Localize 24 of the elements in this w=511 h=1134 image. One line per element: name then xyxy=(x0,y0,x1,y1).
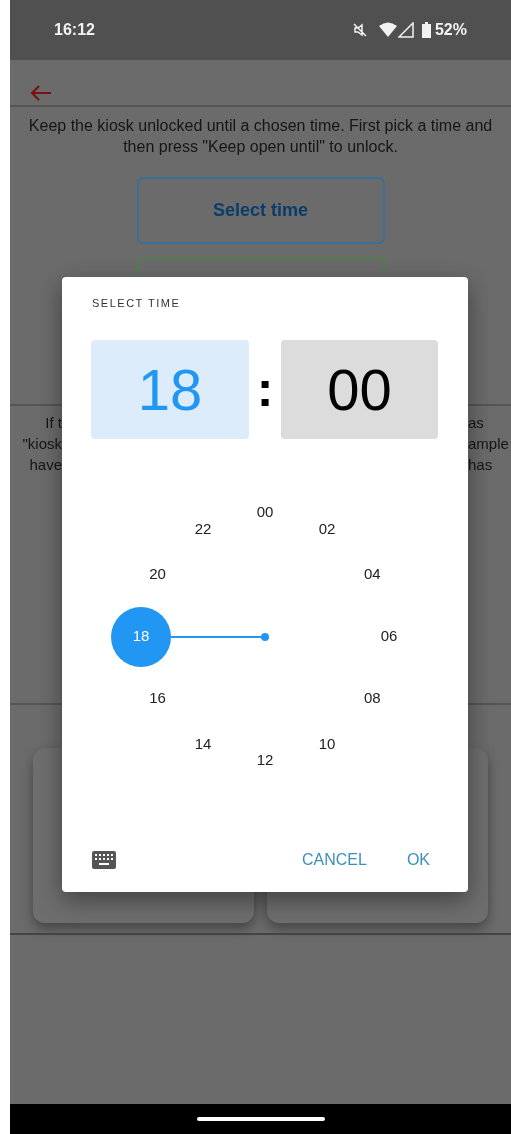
dial-number[interactable]: 12 xyxy=(235,730,295,791)
battery-icon xyxy=(421,22,431,38)
time-separator: : xyxy=(255,359,275,419)
dialog-button[interactable]: CANCEL xyxy=(293,841,375,878)
dialog-button[interactable]: OK xyxy=(398,841,438,878)
partial-text: "kiosk xyxy=(22,434,62,454)
battery-percent: 52% xyxy=(434,20,467,40)
status-time: 16:12 xyxy=(54,20,95,40)
partial-text: ample xyxy=(468,434,509,454)
dial-number[interactable]: 00 xyxy=(235,482,295,543)
dialog-title: SELECT TIME xyxy=(92,296,182,311)
dial-number[interactable]: 06 xyxy=(359,606,419,667)
partial-text: has xyxy=(468,455,493,475)
home-indicator[interactable] xyxy=(196,1117,325,1121)
mute-icon xyxy=(351,22,368,38)
partial-text: have xyxy=(29,455,62,475)
signal-icon xyxy=(397,22,414,38)
keyboard-icon[interactable] xyxy=(92,850,116,869)
wifi-icon xyxy=(377,22,398,38)
partial-text: as xyxy=(468,413,484,433)
partial-text: If t xyxy=(45,413,62,433)
intro-text: Keep the kiosk unlocked until a chosen time. First pick a time and then press "Keep open until" to unlock. xyxy=(27,116,494,157)
back-arrow-icon[interactable] xyxy=(30,85,52,101)
minute-field[interactable]: 00 xyxy=(281,339,438,439)
